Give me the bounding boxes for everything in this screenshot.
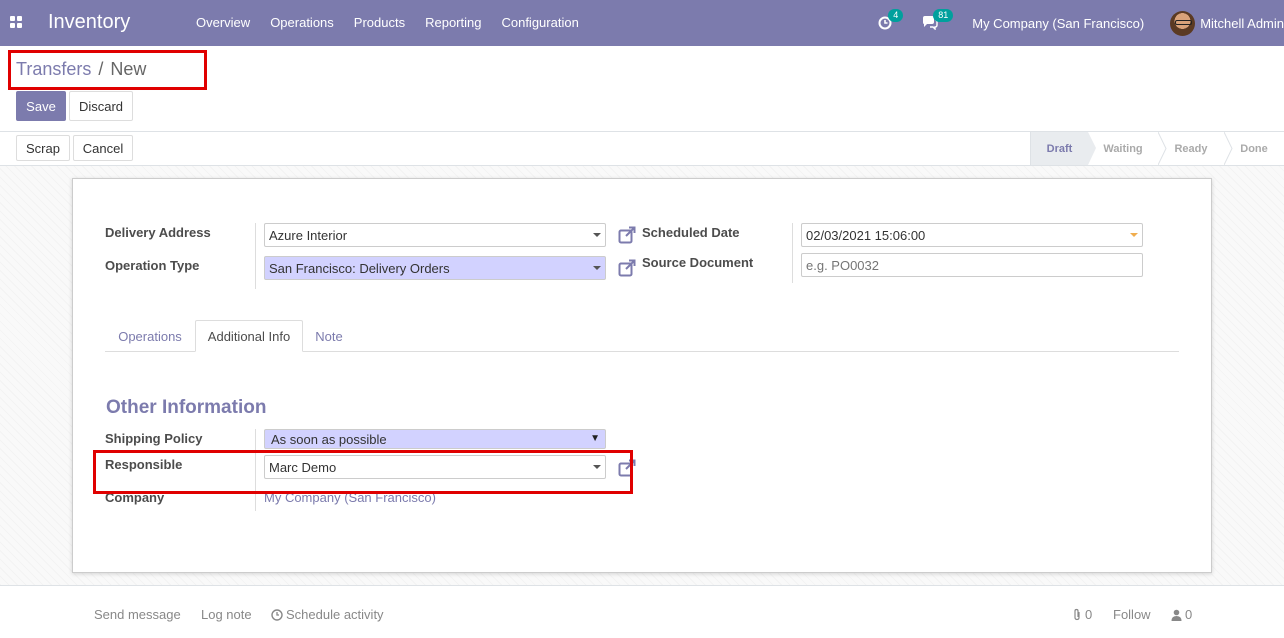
shipping-policy-label: Shipping Policy bbox=[105, 431, 203, 446]
highlight-box-breadcrumb bbox=[8, 50, 207, 90]
scheduled-date-value: 02/03/2021 15:06:00 bbox=[806, 227, 926, 243]
menu-products[interactable]: Products bbox=[344, 15, 415, 30]
user-icon bbox=[1171, 609, 1182, 621]
menu-operations[interactable]: Operations bbox=[260, 15, 344, 30]
highlight-box-responsible bbox=[93, 450, 633, 494]
status-step-waiting: Waiting bbox=[1088, 132, 1167, 165]
delivery-address-value: Azure Interior bbox=[269, 227, 348, 243]
external-link-icon[interactable] bbox=[618, 226, 636, 244]
source-document-input[interactable] bbox=[801, 253, 1143, 277]
systray: 4 81 My Company (San Francisco) Mitchell… bbox=[878, 0, 1284, 46]
clock-icon bbox=[271, 608, 283, 621]
app-name[interactable]: Inventory bbox=[48, 11, 130, 34]
delivery-address-select[interactable]: Azure Interior bbox=[264, 223, 606, 247]
save-button[interactable]: Save bbox=[16, 91, 66, 121]
status-step-label: Waiting bbox=[1103, 142, 1143, 155]
log-note-button[interactable]: Log note bbox=[201, 607, 252, 622]
field-separator-line bbox=[255, 223, 256, 289]
scheduled-date-input[interactable]: 02/03/2021 15:06:00 bbox=[801, 223, 1143, 247]
status-step-draft: Draft bbox=[1030, 132, 1096, 165]
operation-type-value: San Francisco: Delivery Orders bbox=[269, 260, 450, 276]
company-switcher[interactable]: My Company (San Francisco) bbox=[972, 16, 1144, 31]
schedule-activity-label: Schedule activity bbox=[286, 607, 384, 622]
discard-button[interactable]: Discard bbox=[69, 91, 133, 121]
scrap-button[interactable]: Scrap bbox=[16, 135, 70, 161]
step-chevron bbox=[1224, 132, 1233, 165]
attachments-count: 0 bbox=[1085, 607, 1093, 622]
step-chevron bbox=[1088, 132, 1096, 165]
step-chevron bbox=[1158, 132, 1167, 165]
notebook-tabs: Operations Additional Info Note bbox=[105, 320, 1179, 352]
tab-note[interactable]: Note bbox=[303, 320, 355, 352]
cancel-button[interactable]: Cancel bbox=[73, 135, 133, 161]
user-name: Mitchell Admin bbox=[1200, 15, 1284, 31]
apps-menu-icon[interactable] bbox=[10, 16, 23, 29]
status-step-label: Ready bbox=[1174, 142, 1208, 155]
followers-button[interactable]: 0 bbox=[1171, 607, 1192, 622]
attachments-button[interactable]: 0 bbox=[1072, 607, 1092, 622]
operation-type-label: Operation Type bbox=[105, 258, 200, 273]
send-message-button[interactable]: Send message bbox=[94, 607, 181, 622]
shipping-policy-select[interactable]: As soon as possible ▼ bbox=[264, 429, 606, 449]
main-menu: Overview Operations Products Reporting C… bbox=[186, 15, 589, 30]
tab-additional-info[interactable]: Additional Info bbox=[195, 320, 303, 352]
chevron-down-icon bbox=[593, 266, 601, 270]
chevron-down-icon bbox=[593, 233, 601, 237]
chatter-topbar: Send message Log note Schedule activity … bbox=[0, 600, 1284, 630]
follow-button[interactable]: Follow bbox=[1113, 607, 1151, 622]
activity-count-badge: 4 bbox=[888, 9, 904, 22]
activity-menu[interactable]: 4 bbox=[878, 9, 904, 33]
status-step-done: Done bbox=[1224, 132, 1284, 165]
paperclip-icon bbox=[1074, 608, 1080, 621]
tab-operations[interactable]: Operations bbox=[105, 320, 195, 352]
top-navbar: Inventory Overview Operations Products R… bbox=[0, 0, 1284, 46]
user-menu[interactable]: Mitchell Admin bbox=[1170, 10, 1284, 36]
form-statusbar: Scrap Cancel Draft Waiting Ready Done bbox=[0, 132, 1284, 166]
external-link-icon[interactable] bbox=[618, 259, 636, 277]
menu-configuration[interactable]: Configuration bbox=[491, 15, 588, 30]
source-document-label: Source Document bbox=[642, 255, 754, 270]
section-title-other-information: Other Information bbox=[106, 397, 267, 418]
menu-reporting[interactable]: Reporting bbox=[415, 15, 491, 30]
schedule-activity-button[interactable]: Schedule activity bbox=[271, 607, 384, 622]
followers-count: 0 bbox=[1185, 607, 1193, 622]
shipping-policy-value: As soon as possible bbox=[271, 431, 387, 447]
user-avatar bbox=[1170, 10, 1196, 36]
message-count-badge: 81 bbox=[933, 9, 954, 22]
status-step-label: Draft bbox=[1046, 142, 1073, 155]
status-step-label: Done bbox=[1240, 142, 1268, 155]
status-steps: Draft Waiting Ready Done bbox=[1030, 132, 1284, 165]
chevron-down-icon bbox=[1130, 233, 1138, 237]
messaging-menu[interactable]: 81 bbox=[922, 9, 954, 33]
scheduled-date-label: Scheduled Date bbox=[642, 225, 740, 240]
triangle-down-icon: ▼ bbox=[590, 433, 600, 444]
status-step-ready: Ready bbox=[1158, 132, 1233, 165]
field-separator-line bbox=[792, 223, 793, 283]
delivery-address-label: Delivery Address bbox=[105, 225, 211, 240]
operation-type-select[interactable]: San Francisco: Delivery Orders bbox=[264, 256, 606, 280]
menu-overview[interactable]: Overview bbox=[186, 15, 260, 30]
